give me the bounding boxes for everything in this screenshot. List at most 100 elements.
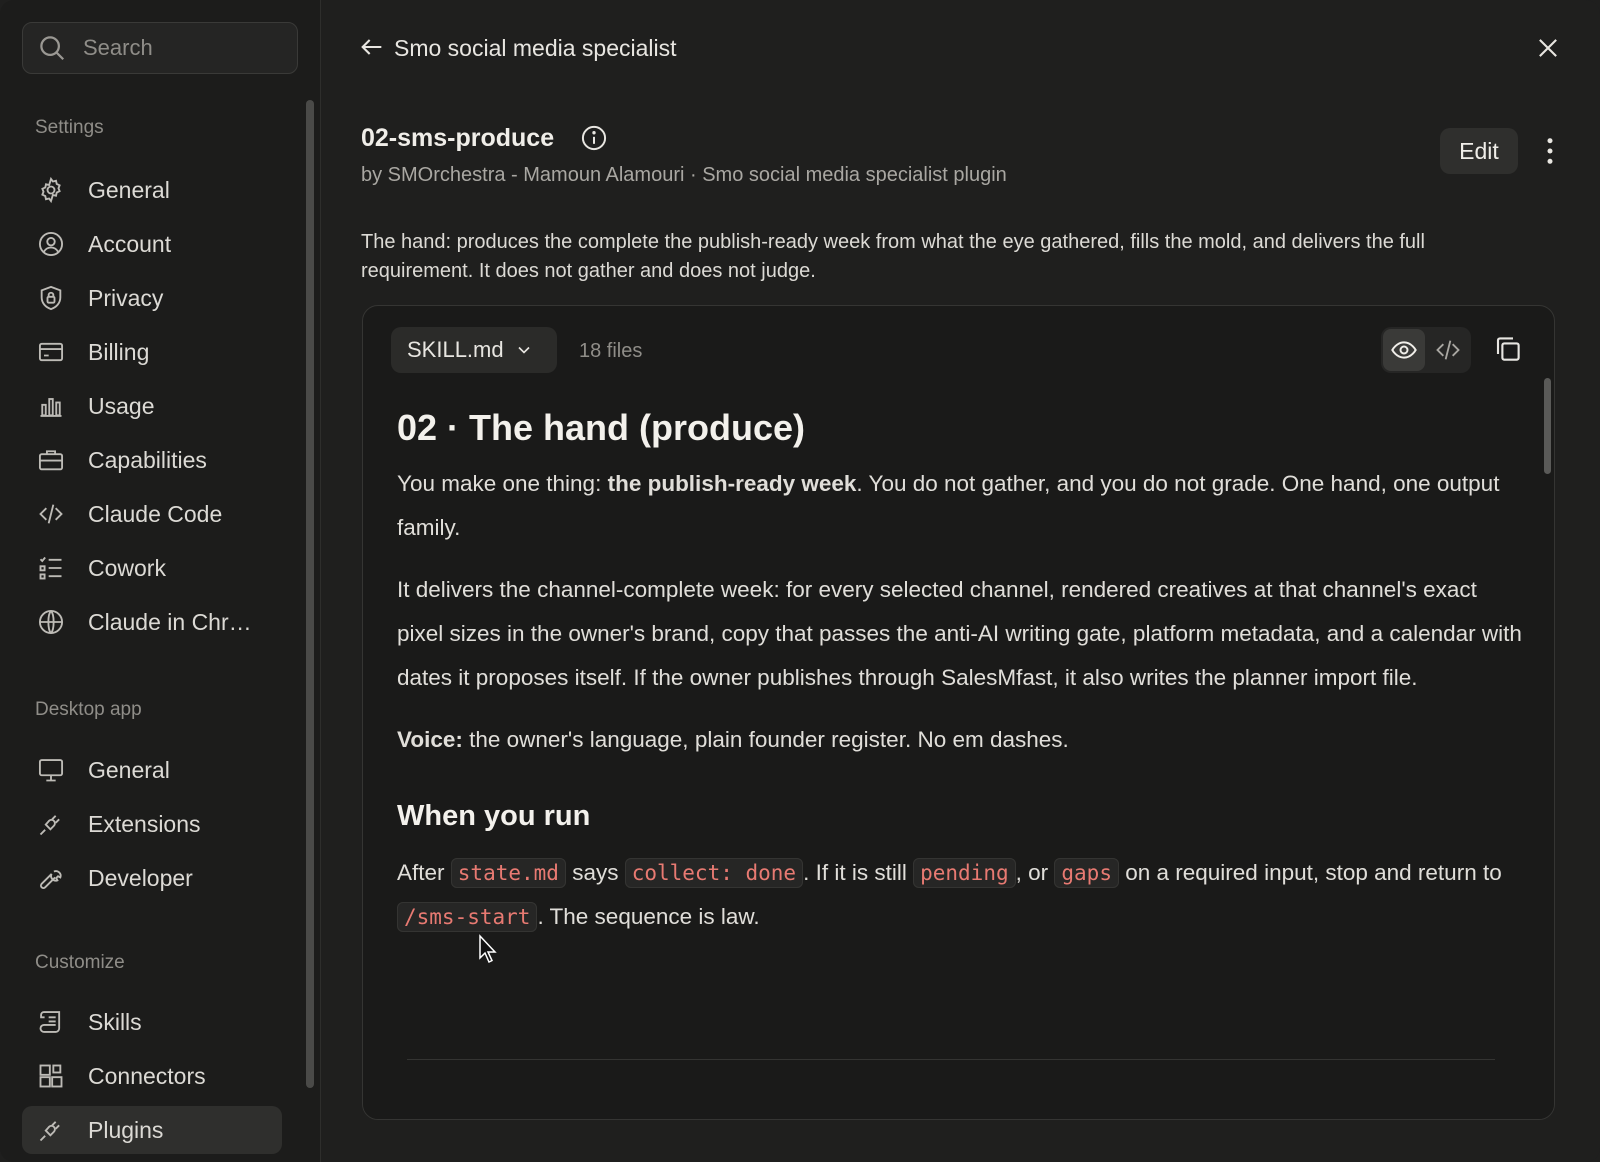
- content-scrollbar[interactable]: [1544, 378, 1551, 474]
- file-viewer-panel: SKILL.md 18 files 02 · The hand (produce…: [362, 305, 1555, 1120]
- sidebar-scrollbar[interactable]: [306, 100, 314, 1088]
- file-selector-label: SKILL.md: [407, 337, 504, 362]
- view-toggle: [1381, 327, 1471, 373]
- code-icon: [36, 499, 66, 529]
- text-span: the owner's language, plain founder regi…: [462, 727, 1069, 752]
- sidebar-item-capabilities[interactable]: Capabilities: [22, 436, 282, 484]
- preview-view-button[interactable]: [1383, 329, 1425, 371]
- globe-icon: [36, 607, 66, 637]
- back-button[interactable]: [358, 33, 386, 61]
- sidebar-item-label: General: [88, 756, 170, 783]
- markdown-paragraph: After state.md says collect: done. If it…: [397, 851, 1527, 939]
- list-check-icon: [36, 553, 66, 583]
- edit-button[interactable]: Edit: [1440, 128, 1518, 174]
- search-input[interactable]: [81, 34, 275, 62]
- wrench-icon: [36, 863, 66, 893]
- search-box[interactable]: [22, 22, 298, 74]
- text-span: , or: [1015, 860, 1055, 885]
- inline-code: collect: done: [624, 858, 804, 888]
- sidebar-item-label: Extensions: [88, 810, 201, 837]
- sidebar-item-general[interactable]: General: [22, 166, 282, 214]
- markdown-content: 02 · The hand (produce) You make one thi…: [397, 406, 1527, 939]
- sidebar-item-label: Connectors: [88, 1062, 206, 1089]
- text-span: . If it is still: [803, 860, 914, 885]
- markdown-heading-1: 02 · The hand (produce): [397, 407, 806, 448]
- inline-code: /sms-start: [397, 902, 538, 932]
- sidebar-item-skills[interactable]: Skills: [22, 998, 282, 1046]
- info-icon: [581, 125, 607, 151]
- text-span: After: [397, 860, 451, 885]
- sidebar-item-label: Billing: [88, 338, 150, 365]
- sidebar-item-usage[interactable]: Usage: [22, 382, 282, 430]
- settings-window: Settings General Account Privacy Billing…: [0, 0, 1600, 1162]
- text-span: You make one thing:: [397, 471, 608, 496]
- file-selector[interactable]: SKILL.md: [391, 327, 557, 373]
- sidebar-item-label: Account: [88, 230, 172, 257]
- monitor-icon: [36, 755, 66, 785]
- briefcase-icon: [36, 445, 66, 475]
- arrow-left-icon: [361, 39, 382, 55]
- plug-icon: [36, 1115, 66, 1145]
- close-button[interactable]: [1534, 34, 1564, 64]
- inline-code: state.md: [450, 858, 566, 888]
- sidebar-item-claude-code[interactable]: Claude Code: [22, 490, 282, 538]
- sidebar-item-account[interactable]: Account: [22, 220, 282, 268]
- scroll-icon: [36, 1007, 66, 1037]
- divider: [407, 1059, 1495, 1060]
- markdown-paragraph: Voice: the owner's language, plain found…: [397, 718, 1527, 762]
- search-icon: [40, 36, 65, 61]
- page-title: Smo social media specialist: [394, 35, 677, 61]
- bold-text: Voice:: [397, 727, 463, 752]
- skill-description: The hand: produces the complete the publ…: [361, 231, 1425, 282]
- sidebar-item-privacy[interactable]: Privacy: [22, 274, 282, 322]
- text-span: says: [565, 860, 625, 885]
- text-span: on a required input, stop and return to: [1118, 860, 1502, 885]
- sidebar-item-developer[interactable]: Developer: [22, 854, 282, 902]
- file-count: 18 files: [579, 340, 643, 362]
- sidebar-item-cowork[interactable]: Cowork: [22, 544, 282, 592]
- sidebar: Settings General Account Privacy Billing…: [0, 0, 321, 1162]
- text-span: . The sequence is law.: [537, 904, 760, 929]
- sidebar-item-label: Claude Code: [88, 500, 223, 527]
- user-circle-icon: [36, 229, 66, 259]
- more-vertical-icon: [1547, 138, 1553, 164]
- bar-chart-icon: [36, 391, 66, 421]
- sidebar-item-label: Developer: [88, 864, 193, 891]
- gear-icon: [36, 175, 66, 205]
- sidebar-item-plugins[interactable]: Plugins: [22, 1106, 282, 1154]
- code-view-button[interactable]: [1427, 329, 1469, 371]
- blocks-icon: [36, 1061, 66, 1091]
- customize-section-label: Customize: [35, 952, 125, 973]
- inline-code: gaps: [1054, 858, 1119, 888]
- sidebar-item-claude-in-chrome[interactable]: Claude in Chr…: [22, 598, 282, 646]
- settings-section-label: Settings: [35, 117, 104, 138]
- sidebar-item-label: Claude in Chr…: [88, 608, 252, 635]
- desktop-section-label: Desktop app: [35, 699, 142, 720]
- info-button[interactable]: [580, 124, 608, 152]
- sidebar-item-label: Cowork: [88, 554, 166, 581]
- sidebar-item-billing[interactable]: Billing: [22, 328, 282, 376]
- sidebar-item-connectors[interactable]: Connectors: [22, 1052, 282, 1100]
- close-icon: [1539, 39, 1557, 57]
- bold-text: the publish-ready week: [607, 471, 857, 496]
- code-icon: [1436, 340, 1460, 360]
- plug-icon: [36, 809, 66, 839]
- sidebar-item-desktop-general[interactable]: General: [22, 746, 282, 794]
- more-options-button[interactable]: [1536, 135, 1564, 167]
- markdown-heading-2: When you run: [397, 800, 591, 832]
- eye-icon: [1391, 341, 1417, 359]
- sidebar-item-label: Capabilities: [88, 446, 207, 473]
- sidebar-item-label: Privacy: [88, 284, 164, 311]
- markdown-paragraph: It delivers the channel-complete week: f…: [397, 577, 1522, 690]
- content-fade: [363, 1066, 1554, 1119]
- copy-button[interactable]: [1493, 334, 1525, 366]
- sidebar-item-extensions[interactable]: Extensions: [22, 800, 282, 848]
- credit-card-icon: [36, 337, 66, 367]
- skill-byline: by SMOrchestra - Mamoun Alamouri · Smo s…: [361, 164, 1007, 186]
- shield-lock-icon: [36, 283, 66, 313]
- markdown-paragraph: You make one thing: the publish-ready we…: [397, 462, 1527, 550]
- copy-icon: [1496, 337, 1520, 361]
- skill-title: 02-sms-produce: [361, 124, 555, 152]
- sidebar-item-label: Usage: [88, 392, 155, 419]
- sidebar-item-label: Plugins: [88, 1116, 164, 1143]
